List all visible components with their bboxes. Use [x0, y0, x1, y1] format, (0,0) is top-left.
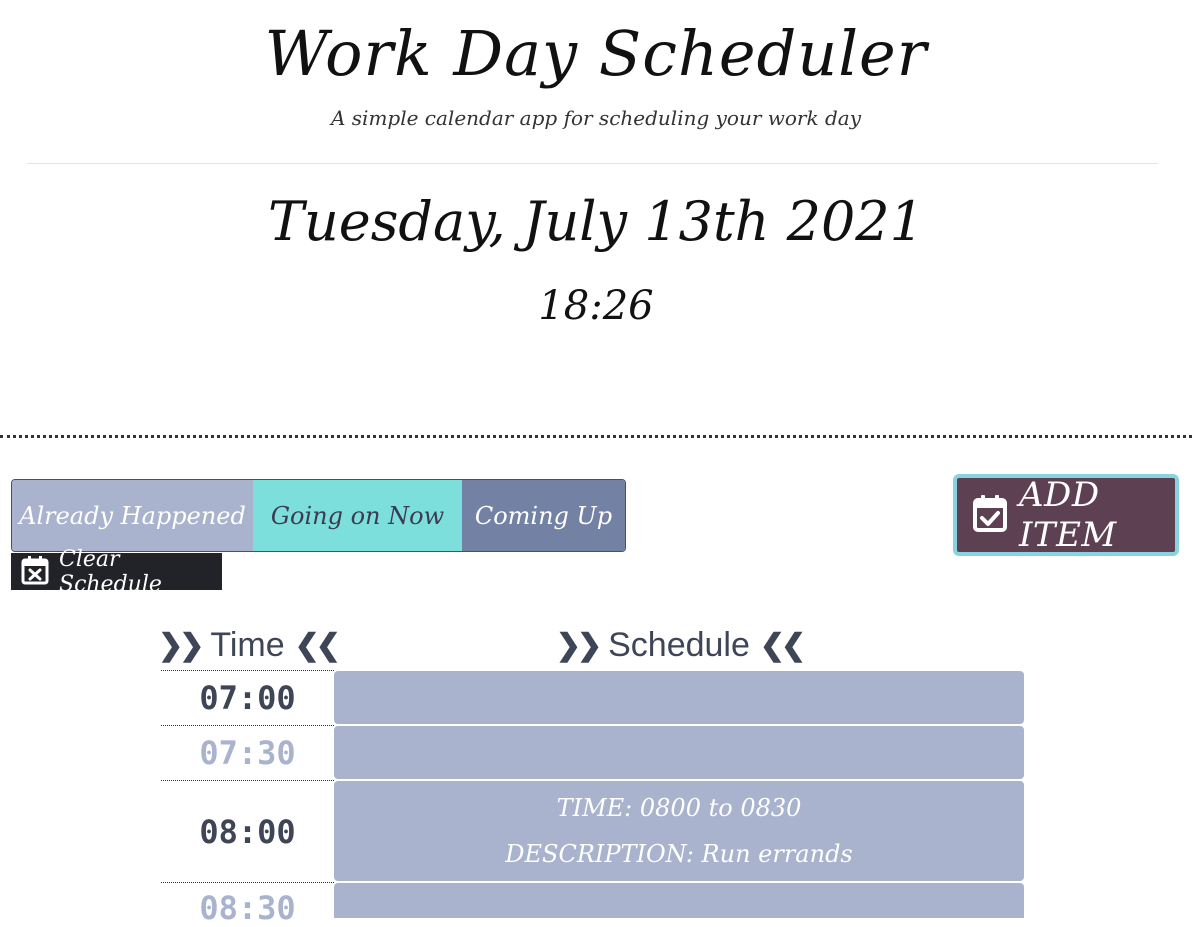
time-column-header: ❯❯ Time ❮❮ [158, 620, 341, 670]
time-header-label: Time [210, 625, 285, 664]
schedule-slot[interactable]: TIME: 0800 to 0830 DESCRIPTION: Run erra… [334, 781, 1024, 881]
time-slot: 07:00 [161, 670, 334, 725]
entry-time: TIME: 0800 to 0830 [556, 794, 802, 822]
schedule-row: 07:00 [161, 670, 1024, 725]
time-slot: 07:30 [161, 725, 334, 780]
legend-future: Coming Up [462, 480, 625, 551]
header-divider [27, 163, 1158, 164]
legend-present: Going on Now [253, 480, 462, 551]
schedule-slot[interactable] [334, 671, 1024, 724]
clear-schedule-button[interactable]: Clear Schedule [11, 547, 222, 597]
add-item-label: ADD ITEM [1019, 475, 1117, 555]
double-chevron-right-icon: ❯❯ [555, 628, 602, 662]
double-chevron-left-icon: ❮❮ [759, 628, 806, 662]
app-subtitle: A simple calendar app for scheduling you… [330, 106, 861, 130]
clear-schedule-label: Clear Schedule [59, 546, 162, 597]
schedule-column-header: ❯❯ Schedule ❮❮ [334, 620, 1024, 670]
schedule-header-label: Schedule [608, 625, 750, 664]
schedule-row: 08:00 TIME: 0800 to 0830 DESCRIPTION: Ru… [161, 780, 1024, 882]
color-legend: Already Happened Going on Now Coming Up [11, 479, 626, 552]
time-slot: 08:30 [161, 882, 334, 927]
double-chevron-left-icon: ❮❮ [294, 628, 341, 662]
current-time: 18:26 [538, 283, 654, 329]
app-title: Work Day Scheduler [264, 17, 928, 90]
section-divider [0, 435, 1192, 438]
entry-description: DESCRIPTION: Run errands [505, 840, 853, 868]
calendar-x-icon [21, 555, 49, 589]
schedule-slot[interactable] [334, 883, 1024, 918]
schedule-row: 07:30 [161, 725, 1024, 780]
time-slot: 08:00 [161, 780, 334, 882]
calendar-check-icon [973, 494, 1007, 536]
add-item-button[interactable]: ADD ITEM [953, 474, 1179, 556]
schedule-row: 08:30 [161, 882, 1024, 927]
current-date: Tuesday, July 13th 2021 [267, 190, 925, 253]
schedule-slot[interactable] [334, 726, 1024, 779]
legend-past: Already Happened [12, 480, 253, 551]
double-chevron-right-icon: ❯❯ [158, 628, 204, 662]
